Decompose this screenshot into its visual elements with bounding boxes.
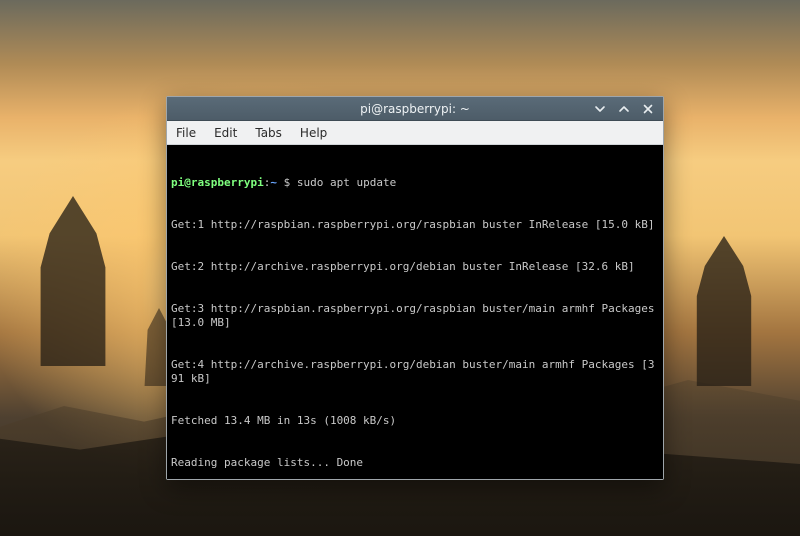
prompt-symbol: $ — [277, 176, 297, 189]
minimize-button[interactable] — [589, 100, 611, 118]
window-titlebar[interactable]: pi@raspberrypi: ~ — [167, 97, 663, 121]
prompt-host: raspberrypi — [191, 176, 264, 189]
wallpaper-temple — [684, 236, 764, 386]
terminal-line: pi@raspberrypi:~ $ sudo apt update — [171, 176, 659, 190]
menubar: File Edit Tabs Help — [167, 121, 663, 145]
terminal-line: Fetched 13.4 MB in 13s (1008 kB/s) — [171, 414, 659, 428]
terminal-line: Get:3 http://raspbian.raspberrypi.org/ra… — [171, 302, 659, 330]
menu-edit[interactable]: Edit — [205, 121, 246, 144]
terminal-line: Get:1 http://raspbian.raspberrypi.org/ra… — [171, 218, 659, 232]
close-button[interactable] — [637, 100, 659, 118]
wallpaper-temple — [28, 196, 118, 366]
terminal-line: Get:2 http://archive.raspberrypi.org/deb… — [171, 260, 659, 274]
maximize-button[interactable] — [613, 100, 635, 118]
terminal-viewport[interactable]: pi@raspberrypi:~ $ sudo apt update Get:1… — [167, 145, 663, 479]
prompt-path: ~ — [270, 176, 277, 189]
terminal-window: pi@raspberrypi: ~ File Edit Tabs Help pi… — [166, 96, 664, 480]
menu-tabs[interactable]: Tabs — [246, 121, 291, 144]
desktop-wallpaper: pi@raspberrypi: ~ File Edit Tabs Help pi… — [0, 0, 800, 536]
terminal-line: Get:4 http://archive.raspberrypi.org/deb… — [171, 358, 659, 386]
menu-help[interactable]: Help — [291, 121, 336, 144]
close-icon — [642, 103, 654, 115]
chevron-up-icon — [618, 103, 630, 115]
chevron-down-icon — [594, 103, 606, 115]
menu-file[interactable]: File — [167, 121, 205, 144]
command-text: sudo apt update — [297, 176, 396, 189]
prompt-at: @ — [184, 176, 191, 189]
prompt-user: pi — [171, 176, 184, 189]
terminal-line: Reading package lists... Done — [171, 456, 659, 470]
window-controls — [589, 97, 659, 120]
